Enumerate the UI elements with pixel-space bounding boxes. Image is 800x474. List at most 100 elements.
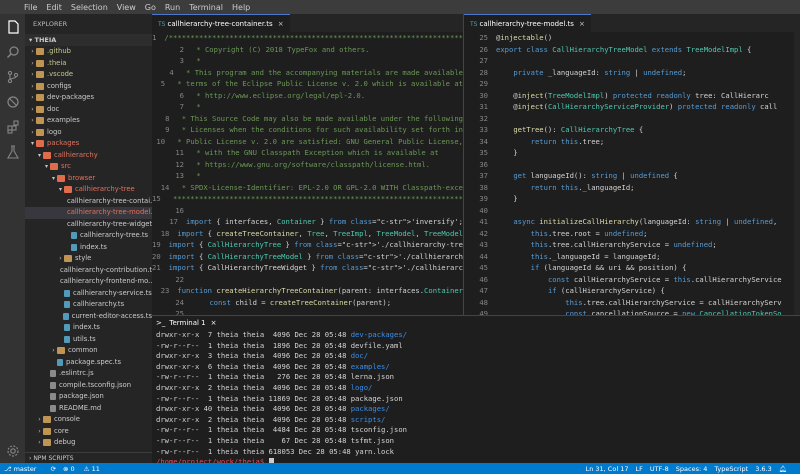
code-line[interactable]: 16 [152, 205, 463, 217]
code-line[interactable]: 11 * with the GNU Classpath Exception wh… [152, 147, 463, 159]
code-area-right[interactable]: 25 @injectable() 26 export class CallHierar… [464, 32, 800, 315]
editor-scrollbar[interactable] [794, 32, 800, 315]
close-icon[interactable]: × [278, 20, 284, 28]
tree-item[interactable]: ▾ browser [25, 173, 152, 185]
code-line[interactable]: 29 [464, 78, 800, 90]
code-line[interactable]: 40 [464, 205, 800, 217]
code-line[interactable]: 38 return this._languageId; [464, 182, 800, 194]
tree-item[interactable]: package.spec.ts [25, 357, 152, 369]
menu-view[interactable]: View [117, 3, 136, 12]
tree-item[interactable]: › examples [25, 115, 152, 127]
editor-left[interactable]: TS callhierarchy-tree-container.ts × 1 /***… [152, 14, 463, 315]
bell-icon[interactable]: 🔔︎ [779, 465, 787, 473]
menu-file[interactable]: File [24, 3, 37, 12]
code-line[interactable]: 25 [152, 308, 463, 315]
code-line[interactable]: 45 if (languageId && uri && position) { [464, 262, 800, 274]
code-line[interactable]: 21 import { CallHierarchyTreeWidget } fro… [152, 262, 463, 274]
code-line[interactable]: 10 * Public License v. 2.0 are satisfied… [152, 136, 463, 148]
tree-item[interactable]: › debug [25, 437, 152, 449]
tree-item[interactable]: utils.ts [25, 334, 152, 346]
code-line[interactable]: 12 * https://www.gnu.org/software/classp… [152, 159, 463, 171]
code-line[interactable]: 18 import { createTreeContainer, Tree, Tr… [152, 228, 463, 240]
terminal-panel[interactable]: >_ Terminal 1 × drwxr-xr-x 7 theia theia… [152, 315, 800, 467]
code-line[interactable]: 37 get languageId(): string | undefined … [464, 170, 800, 182]
tree-item[interactable]: callhierarchy-frontend-mo... [25, 276, 152, 288]
code-line[interactable]: 20 import { CallHierarchyTreeModel } from… [152, 251, 463, 263]
branch-indicator[interactable]: ⎇ master [4, 465, 43, 473]
settings-gear-icon[interactable] [0, 438, 25, 463]
code-line[interactable]: 35 } [464, 147, 800, 159]
close-icon[interactable]: × [211, 319, 217, 327]
code-line[interactable]: 24 const child = createTreeContainer(par… [152, 297, 463, 309]
tree-item[interactable]: current-editor-access.ts [25, 311, 152, 323]
test-icon[interactable] [0, 139, 25, 164]
code-line[interactable]: 28 private _languageId: string | undefin… [464, 67, 800, 79]
npm-scripts-section[interactable]: › NPM SCRIPTS [25, 452, 152, 463]
code-line[interactable]: 26 export class CallHierarchyTreeModel ex… [464, 44, 800, 56]
code-area-left[interactable]: 1 /**************************************… [152, 32, 463, 315]
tree-item[interactable]: › logo [25, 127, 152, 139]
tree-item[interactable]: › common [25, 345, 152, 357]
code-line[interactable]: 48 this.tree.callHierarchyService = call… [464, 297, 800, 309]
code-line[interactable]: 42 this.tree.root = undefined; [464, 228, 800, 240]
code-line[interactable]: 7 * [152, 101, 463, 113]
tree-item[interactable]: › .github [25, 46, 152, 58]
menu-run[interactable]: Run [165, 3, 180, 12]
tab-callhierarchy-tree-model[interactable]: TS callhierarchy-tree-model.ts × [464, 14, 591, 32]
terminal-tab[interactable]: Terminal 1 [169, 319, 205, 327]
code-line[interactable]: 31 @inject(CallHierarchyServiceProvider)… [464, 101, 800, 113]
tree-item[interactable]: README.md [25, 403, 152, 415]
tree-item[interactable]: callhierarchy.ts [25, 299, 152, 311]
tree-item[interactable]: callhierarchy-service.ts [25, 288, 152, 300]
debug-icon[interactable] [0, 89, 25, 114]
code-line[interactable]: 44 this._languageId = languageId; [464, 251, 800, 263]
code-line[interactable]: 49 const cancellationSource = new Cancel… [464, 308, 800, 315]
problems-indicator[interactable]: ⊗ 0 ⚠ 11 [63, 465, 107, 473]
code-line[interactable]: 27 [464, 55, 800, 67]
editor-right[interactable]: TS callhierarchy-tree-model.ts × 25 @inject… [464, 14, 800, 315]
encoding-indicator[interactable]: UTF-8 [650, 465, 669, 473]
code-line[interactable]: 32 [464, 113, 800, 125]
code-line[interactable]: 4 * This program and the accompanying ma… [152, 67, 463, 79]
tree-item[interactable]: › doc [25, 104, 152, 116]
code-line[interactable]: 9 * Licenses when the conditions for suc… [152, 124, 463, 136]
code-line[interactable]: 14 * SPDX-License-Identifier: EPL-2.0 OR… [152, 182, 463, 194]
tree-item[interactable]: callhierarchy-tree-contai... [25, 196, 152, 208]
extensions-icon[interactable] [0, 114, 25, 139]
tab-callhierarchy-tree-container[interactable]: TS callhierarchy-tree-container.ts × [152, 14, 290, 32]
code-line[interactable]: 46 const callHierarchyService = this.cal… [464, 274, 800, 286]
source-control-icon[interactable] [0, 64, 25, 89]
tree-item[interactable]: index.ts [25, 242, 152, 254]
menu-terminal[interactable]: Terminal [189, 3, 223, 12]
code-line[interactable]: 25 @injectable() [464, 32, 800, 44]
tree-item[interactable]: › console [25, 414, 152, 426]
code-line[interactable]: 36 [464, 159, 800, 171]
code-line[interactable]: 6 * http://www.eclipse.org/legal/epl-2.0… [152, 90, 463, 102]
tree-item[interactable]: › .theia [25, 58, 152, 70]
tree-item[interactable]: ▾ packages [25, 138, 152, 150]
code-line[interactable]: 34 return this.tree; [464, 136, 800, 148]
code-line[interactable]: 3 * [152, 55, 463, 67]
cursor-position[interactable]: Ln 31, Col 17 [586, 465, 629, 473]
tree-item[interactable]: › configs [25, 81, 152, 93]
tree-item[interactable]: callhierarchy-tree-widget... [25, 219, 152, 231]
menu-go[interactable]: Go [145, 3, 156, 12]
close-icon[interactable]: × [579, 20, 585, 28]
code-line[interactable]: 43 this.tree.callHierarchyService = unde… [464, 239, 800, 251]
eol-indicator[interactable]: LF [635, 465, 642, 473]
tree-item[interactable]: callhierarchy-tree.ts [25, 230, 152, 242]
code-line[interactable]: 39 } [464, 193, 800, 205]
tree-item[interactable]: compile.tsconfig.json [25, 380, 152, 392]
tree-item[interactable]: callhierarchy-contribution.ts [25, 265, 152, 277]
code-line[interactable]: 1 /**************************************… [152, 32, 463, 44]
tree-item[interactable]: package.json [25, 391, 152, 403]
tree-item[interactable]: ▾ callhierarchy [25, 150, 152, 162]
code-line[interactable]: 13 * [152, 170, 463, 182]
code-line[interactable]: 17 import { interfaces, Container } from … [152, 216, 463, 228]
code-line[interactable]: 8 * This Source Code may also be made av… [152, 113, 463, 125]
tree-item[interactable]: ▾ callhierarchy-tree [25, 184, 152, 196]
workspace-section-header[interactable]: ▾ THEIA [25, 34, 152, 46]
language-mode[interactable]: TypeScript [714, 465, 748, 473]
tree-item[interactable]: › style [25, 253, 152, 265]
terminal-output[interactable]: drwxr-xr-x 7 theia theia 4096 Dec 28 05:… [152, 330, 800, 468]
